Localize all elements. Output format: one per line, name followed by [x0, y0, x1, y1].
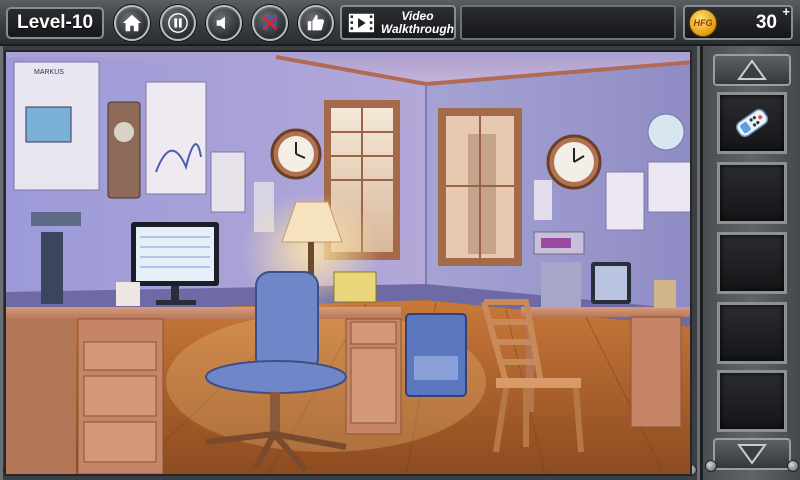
inventory-slot-3[interactable] — [717, 232, 787, 294]
video-walkthrough-label: Video Walkthrough — [380, 8, 454, 36]
sound-button[interactable] — [206, 5, 242, 41]
inventory-scroll-up-button[interactable] — [713, 54, 791, 86]
speaker-icon — [216, 16, 225, 30]
home-icon — [122, 14, 142, 32]
film-icon — [348, 13, 375, 32]
message-bar — [460, 5, 676, 40]
triangle-down-icon — [737, 444, 767, 465]
inventory-scroll-down-button[interactable] — [713, 438, 791, 470]
video-walkthrough-button[interactable]: Video Walkthrough — [340, 5, 456, 40]
top-bar: Level-10 Video Walkthrough HFG 30 + — [0, 0, 800, 46]
inventory-slot-2[interactable] — [717, 162, 787, 224]
inventory-slot-4[interactable] — [717, 302, 787, 364]
music-button[interactable] — [252, 5, 288, 41]
music-muted-icon — [262, 14, 278, 31]
pause-icon — [168, 13, 188, 33]
coin-count: 30 — [755, 12, 777, 33]
study-room-scene: MARKUS — [6, 52, 690, 474]
coin-counter: HFG 30 + — [683, 4, 793, 40]
rivet-icon — [705, 460, 717, 472]
inventory-slot-1[interactable] — [717, 92, 787, 154]
rivet-icon — [787, 460, 799, 472]
inventory-panel — [701, 46, 800, 480]
level-indicator: Level-10 — [6, 7, 104, 39]
home-button[interactable] — [114, 5, 150, 41]
triangle-up-icon — [737, 59, 767, 80]
pause-button[interactable] — [160, 5, 196, 41]
coin-icon: HFG — [689, 9, 717, 37]
inventory-slot-5[interactable] — [717, 370, 787, 432]
poster-label: MARKUS — [34, 69, 64, 76]
thumbs-up-icon — [307, 14, 325, 31]
game-scene[interactable]: MARKUS — [4, 50, 692, 476]
add-coins-button[interactable]: + — [782, 4, 790, 19]
level-label: Level-10 — [16, 12, 94, 33]
like-button[interactable] — [298, 5, 334, 41]
remote-control-icon — [735, 108, 769, 138]
